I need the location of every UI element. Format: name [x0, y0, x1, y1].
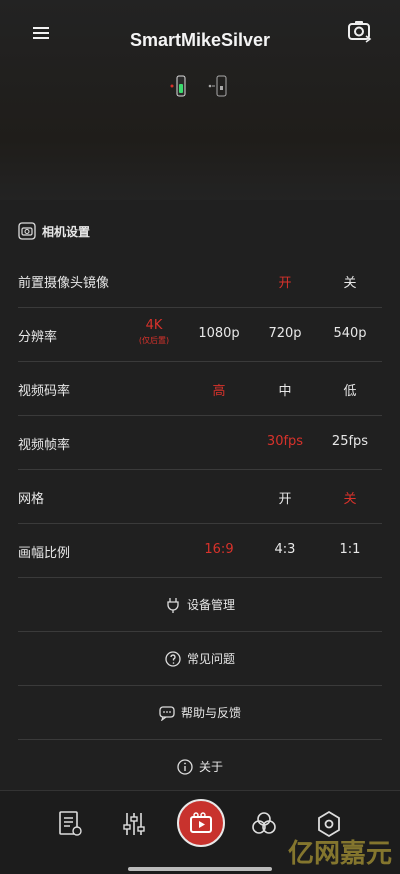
link-label: 常见问题 [186, 652, 235, 666]
connected-devices [170, 75, 227, 97]
app-screen: SmartMikeSilver 相机设置 前置摄像头镜像 开 关 分辨率 4K … [0, 0, 400, 874]
camera-settings-icon [18, 222, 36, 240]
record-button[interactable] [177, 799, 225, 847]
resolution-4k-option[interactable]: 4K (仅后置) [124, 318, 184, 346]
phone-device-icon [208, 75, 227, 97]
faq-link[interactable]: 常见问题 [18, 632, 382, 686]
svg-text:亿网嘉元: 亿网嘉元 [288, 839, 392, 869]
page-title: SmartMikeSilver [129, 30, 271, 50]
aspect-1-1-option[interactable]: 1:1 [320, 542, 380, 557]
setting-aspect-ratio: 画幅比例 16:9 4:3 1:1 [18, 524, 382, 578]
mirror-on-option[interactable]: 开 [255, 272, 315, 291]
grid-on-option[interactable]: 开 [255, 488, 315, 507]
camera-switch-icon[interactable] [346, 18, 374, 44]
resolution-4k-label: 4K [145, 318, 163, 333]
link-label: 设备管理 [186, 598, 235, 612]
aspect-16-9-option[interactable]: 16:9 [189, 542, 249, 557]
links-list: 设备管理 常见问题 帮助与反馈 关于 [0, 578, 400, 794]
about-link[interactable]: 关于 [18, 740, 382, 794]
info-icon [177, 758, 193, 775]
resolution-1080p-option[interactable]: 1080p [189, 326, 249, 341]
home-indicator [128, 867, 272, 871]
device-management-link[interactable]: 设备管理 [18, 578, 382, 632]
setting-front-mirror: 前置摄像头镜像 开 关 [18, 254, 382, 308]
chat-icon [159, 705, 175, 721]
bitrate-high-option[interactable]: 高 [189, 380, 249, 399]
resolution-4k-note: (仅后置) [138, 336, 170, 345]
settings-list: 前置摄像头镜像 开 关 分辨率 4K (仅后置) 1080p 720p 540p… [0, 254, 400, 578]
help-feedback-link[interactable]: 帮助与反馈 [18, 686, 382, 740]
setting-label: 前置摄像头镜像 [18, 276, 110, 291]
resolution-720p-option[interactable]: 720p [255, 326, 315, 341]
framerate-30fps-option[interactable]: 30fps [255, 434, 315, 449]
grid-off-option[interactable]: 关 [320, 488, 380, 507]
mirror-off-option[interactable]: 关 [320, 272, 380, 291]
aspect-4-3-option[interactable]: 4:3 [255, 542, 315, 557]
framerate-25fps-option[interactable]: 25fps [320, 434, 380, 449]
watermark: 亿网嘉元 [288, 839, 392, 869]
link-label: 帮助与反馈 [180, 706, 241, 720]
camera-settings-header: 相机设置 [18, 220, 90, 242]
setting-label: 分辨率 [18, 330, 58, 345]
header: SmartMikeSilver [0, 0, 400, 200]
bitrate-mid-option[interactable]: 中 [255, 380, 315, 399]
setting-label: 画幅比例 [18, 546, 71, 561]
setting-framerate: 视频帧率 30fps 25fps [18, 416, 382, 470]
setting-bitrate: 视频码率 高 中 低 [18, 362, 382, 416]
plug-icon [167, 597, 179, 613]
setting-label: 视频码率 [18, 384, 71, 399]
setting-resolution: 分辨率 4K (仅后置) 1080p 720p 540p [18, 308, 382, 362]
setting-label: 网格 [18, 492, 45, 507]
question-icon [165, 650, 181, 667]
mixer-icon[interactable] [119, 809, 149, 839]
setting-grid: 网格 开 关 [18, 470, 382, 524]
bitrate-low-option[interactable]: 低 [320, 380, 380, 399]
section-label: 相机设置 [42, 224, 91, 239]
record-icon [190, 812, 212, 833]
mic-device-icon [170, 75, 186, 97]
scripts-icon[interactable] [55, 809, 85, 839]
resolution-540p-option[interactable]: 540p [320, 326, 380, 341]
setting-label: 视频帧率 [18, 438, 71, 453]
link-label: 关于 [198, 760, 223, 774]
